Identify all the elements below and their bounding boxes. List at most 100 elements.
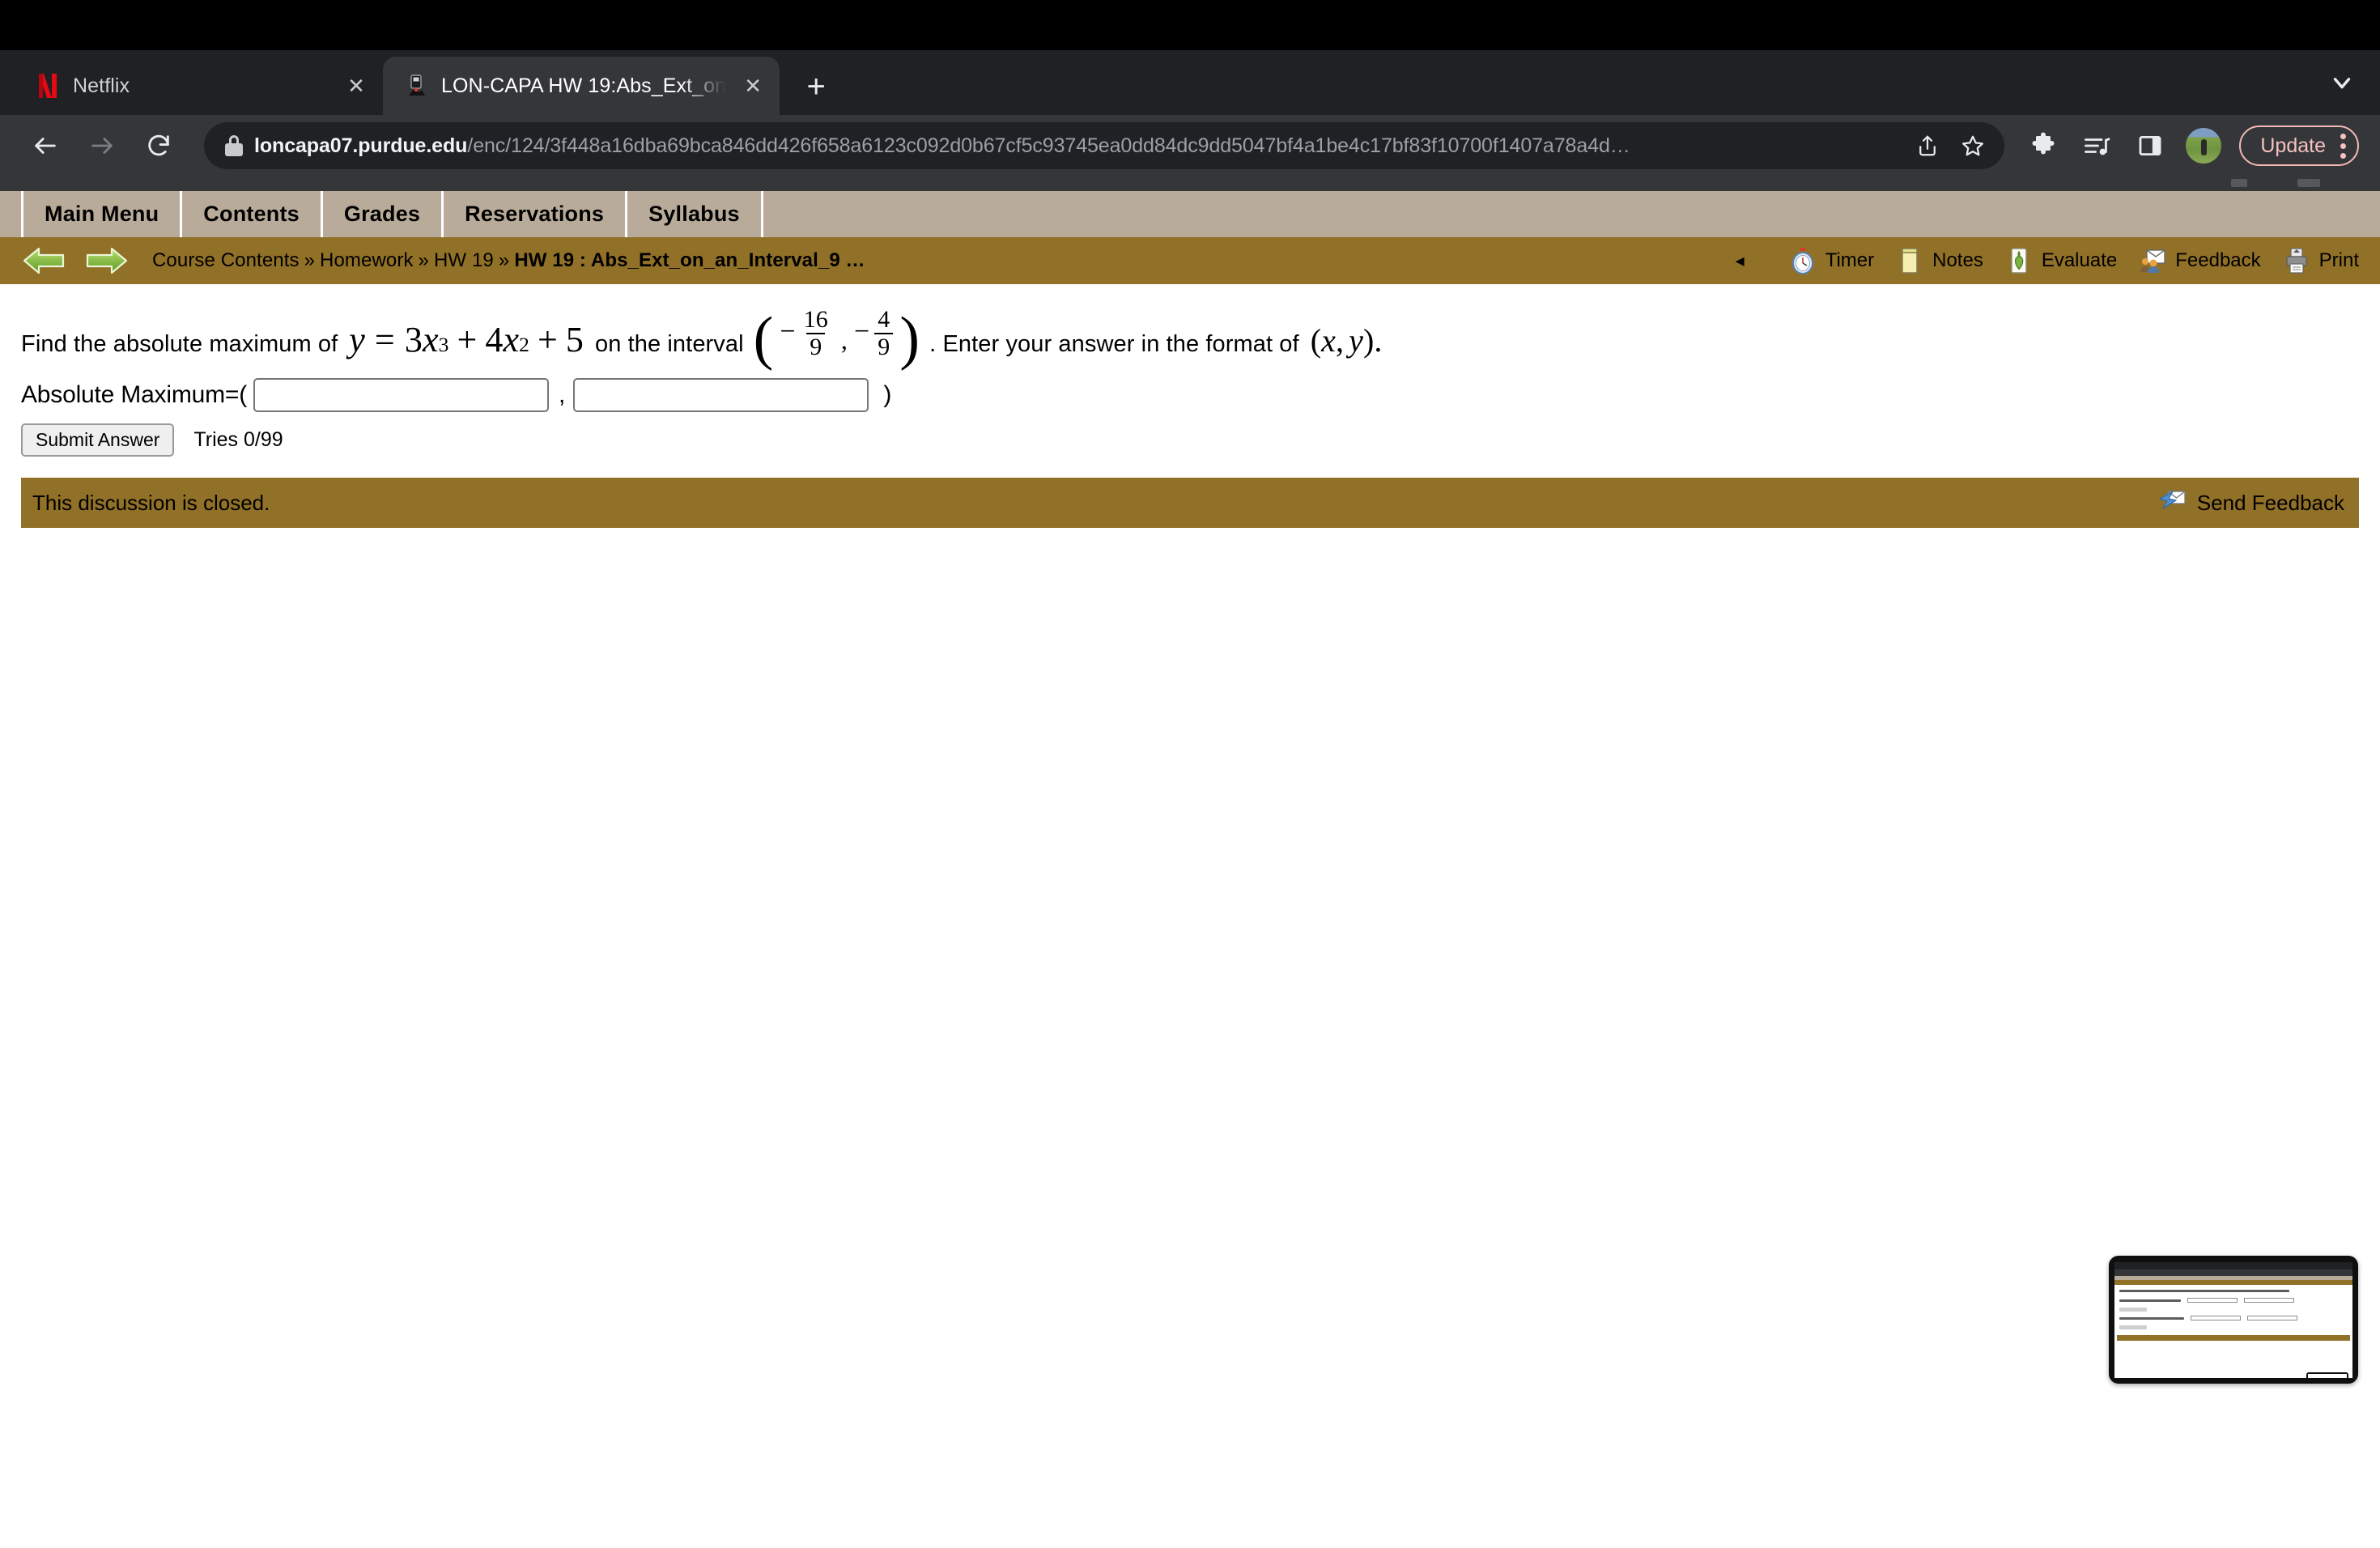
toolbar-right-controls: Update [2025, 125, 2359, 166]
screen-share-preview[interactable] [2109, 1256, 2358, 1384]
interval-left-fraction: 16 9 [801, 306, 831, 361]
tool-label: Timer [1825, 249, 1875, 271]
problem-equation: y = 3x3 + 4x2 + 5 [349, 319, 584, 360]
problem-text-after: . Enter your answer in the format of [929, 331, 1299, 358]
playlist-icon[interactable] [2079, 128, 2114, 164]
green-left-arrow-icon[interactable] [21, 245, 66, 277]
side-panel-icon[interactable] [2132, 128, 2168, 164]
breadcrumb-current: HW 19 : Abs_Ext_on_an_Interval_9 … [514, 249, 865, 271]
equation-lhs: y [349, 320, 365, 360]
equation-term1-var: x [422, 320, 439, 360]
submit-row: Submit Answer Tries 0/99 [0, 412, 2380, 457]
format-period: . [1374, 322, 1383, 359]
thumbs-up-icon [2004, 246, 2034, 275]
back-button[interactable] [21, 121, 70, 170]
tab-title: LON-CAPA HW 19:Abs_Ext_on [441, 74, 727, 97]
menu-item-grades[interactable]: Grades [323, 191, 444, 237]
breadcrumb-course-contents[interactable]: Course Contents [152, 249, 300, 271]
kebab-menu-icon[interactable] [2340, 133, 2346, 159]
send-feedback-button[interactable]: Send Feedback [2158, 487, 2344, 519]
fraction-denominator: 9 [806, 333, 826, 360]
equation-op1: + [457, 320, 478, 360]
bookmark-item[interactable] [2297, 179, 2320, 187]
equation-op2: + [537, 320, 558, 360]
page-content: Main Menu Contents Grades Reservations S… [0, 191, 2380, 529]
close-icon[interactable]: ✕ [342, 72, 370, 100]
format-close-paren: ) [1362, 322, 1375, 359]
preview-body [2114, 1285, 2352, 1378]
left-triangle-icon[interactable]: ◂ [1736, 252, 1745, 270]
update-button[interactable]: Update [2239, 125, 2359, 166]
share-icon[interactable] [1915, 134, 1940, 158]
tool-feedback[interactable]: Feedback [2138, 246, 2261, 275]
update-label: Update [2260, 134, 2326, 157]
breadcrumb-hw19[interactable]: HW 19 [434, 249, 494, 271]
window-top-strip [0, 0, 2380, 50]
browser-window: Netflix ✕ LON-CAPA HW 19:Abs_Ext_on ✕ + [0, 0, 2380, 1548]
breadcrumb-homework[interactable]: Homework [320, 249, 414, 271]
tabstrip-right-controls [2328, 69, 2356, 100]
send-feedback-label: Send Feedback [2196, 490, 2344, 515]
menu-item-contents[interactable]: Contents [182, 191, 323, 237]
notepad-icon [1895, 246, 1924, 275]
loncapa-icon [404, 74, 428, 98]
tool-label: Notes [1932, 249, 1983, 271]
preview-urlbar [2114, 1269, 2352, 1276]
equation-term2-coef: 4 [485, 320, 504, 360]
breadcrumb-separator: » [498, 249, 510, 271]
tool-timer[interactable]: Timer [1788, 246, 1874, 275]
stopwatch-icon [1788, 246, 1817, 275]
tool-label: Evaluate [2041, 249, 2118, 271]
breadcrumb-separator: » [418, 249, 429, 271]
close-icon[interactable]: ✕ [739, 72, 767, 100]
equation-term1-coef: 3 [404, 320, 423, 360]
discussion-bar: This discussion is closed. Send Feedback [21, 478, 2359, 529]
answer-y-input[interactable] [573, 378, 869, 413]
problem-text-mid: on the interval [595, 331, 744, 358]
problem-interval: ( − 16 9 , − 4 9 ) [753, 305, 920, 372]
loncapa-menu-bar: Main Menu Contents Grades Reservations S… [0, 191, 2380, 237]
send-feedback-icon [2158, 487, 2187, 519]
tab-loncapa[interactable]: LON-CAPA HW 19:Abs_Ext_on ✕ [383, 57, 780, 115]
breadcrumb-separator: » [304, 249, 316, 271]
envelope-people-icon [2138, 246, 2167, 275]
equation-term3: 5 [565, 320, 584, 360]
tool-notes[interactable]: Notes [1895, 246, 1983, 275]
profile-avatar[interactable] [2186, 128, 2222, 164]
reload-button[interactable] [134, 121, 183, 170]
format-comma: , [1335, 322, 1345, 359]
tool-evaluate[interactable]: Evaluate [2004, 246, 2117, 275]
equation-term1-pow: 3 [438, 333, 449, 357]
answer-x-input[interactable] [253, 378, 549, 413]
tool-label: Print [2318, 249, 2359, 271]
interval-right-sign: − [854, 317, 870, 347]
netflix-icon [36, 74, 60, 98]
loncapa-nav-bar: Course Contents» Homework» HW 19» HW 19 : A… [0, 237, 2380, 284]
submit-answer-button[interactable]: Submit Answer [21, 423, 175, 457]
menu-filler [763, 191, 2380, 237]
bookmark-item[interactable] [2231, 179, 2247, 187]
tab-title: Netflix [73, 74, 130, 97]
tool-print[interactable]: Print [2282, 246, 2359, 275]
breadcrumb: Course Contents» Homework» HW 19» HW 19 : A… [152, 249, 865, 272]
puzzle-icon[interactable] [2025, 128, 2061, 164]
green-right-arrow-icon[interactable] [84, 245, 130, 277]
answer-row: Absolute Maximum=( , ) [0, 360, 2380, 413]
chevron-down-icon[interactable] [2328, 69, 2356, 100]
menu-item-reservations[interactable]: Reservations [444, 191, 628, 237]
fraction-denominator: 9 [874, 333, 894, 360]
answer-close-paren: ) [883, 381, 892, 409]
interval-right-fraction: 4 9 [874, 306, 894, 361]
problem-text-before: Find the absolute maximum of [21, 331, 338, 358]
tab-netflix[interactable]: Netflix ✕ [15, 57, 383, 115]
menu-item-main-menu[interactable]: Main Menu [21, 191, 183, 237]
answer-comma: , [559, 381, 566, 409]
preview-inner [2114, 1262, 2352, 1378]
new-tab-button[interactable]: + [794, 65, 838, 108]
address-bar[interactable]: loncapa07.purdue.edu/enc/124/3f448a16dba… [204, 122, 2005, 169]
forward-button[interactable] [78, 121, 126, 170]
url-path: /enc/124/3f448a16dba69bca846dd426f658a61… [467, 134, 1630, 157]
fraction-numerator: 4 [878, 306, 890, 333]
star-icon[interactable] [1961, 134, 1985, 158]
menu-item-syllabus[interactable]: Syllabus [627, 191, 763, 237]
